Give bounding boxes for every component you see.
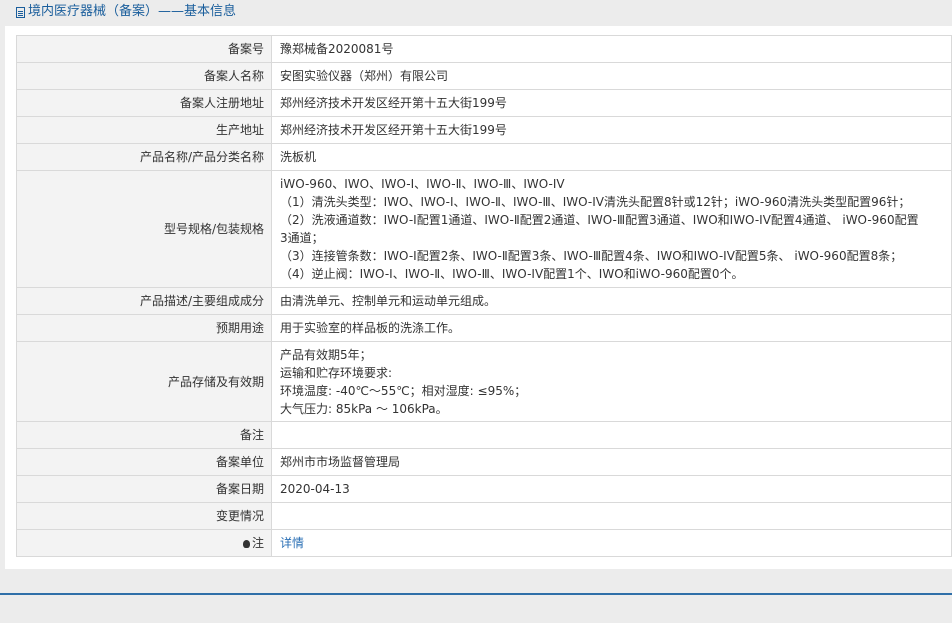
row-value: iWO-960、IWO、IWO-Ⅰ、IWO-Ⅱ、IWO-Ⅲ、IWO-IV （1）… bbox=[271, 170, 952, 288]
row-value-line: 洗板机 bbox=[280, 150, 317, 164]
row-value-line: （4）逆止阀：IWO-Ⅰ、IWO-Ⅱ、IWO-Ⅲ、IWO-IV配置1个、IWO和… bbox=[280, 267, 744, 281]
row-value: 安图实验仪器（郑州）有限公司 bbox=[271, 62, 952, 90]
row-value-line: 大气压力: 85kPa ～ 106kPa。 bbox=[280, 401, 448, 416]
row-value-line: 郑州经济技术开发区经开第十五大街199号 bbox=[280, 96, 507, 110]
row-label: 备案单位 bbox=[16, 448, 272, 476]
row-value-line: iWO-960、IWO、IWO-Ⅰ、IWO-Ⅱ、IWO-Ⅲ、IWO-IV bbox=[280, 177, 565, 191]
row-value-line: 安图实验仪器（郑州）有限公司 bbox=[280, 69, 449, 83]
table-row: 生产地址 郑州经济技术开发区经开第十五大街199号 bbox=[16, 116, 952, 144]
table-row: 产品名称/产品分类名称 洗板机 bbox=[16, 143, 952, 171]
row-value: 用于实验室的样品板的洗涤工作。 bbox=[271, 314, 952, 342]
table-row: 备案日期 2020-04-13 bbox=[16, 475, 952, 503]
table-row: 产品描述/主要组成成分 由清洗单元、控制单元和运动单元组成。 bbox=[16, 287, 952, 315]
table-row: 备案号 豫郑械备2020081号 bbox=[16, 35, 952, 63]
row-value-line: （3）连接管条数：IWO-Ⅰ配置2条、IWO-Ⅱ配置3条、IWO-Ⅲ配置4条、I… bbox=[280, 249, 903, 263]
table-row: 备案单位 郑州市市场监督管理局 bbox=[16, 448, 952, 476]
table-row: 预期用途 用于实验室的样品板的洗涤工作。 bbox=[16, 314, 952, 342]
row-value-line: 郑州市市场监督管理局 bbox=[280, 455, 401, 469]
table-row: 备案人名称 安图实验仪器（郑州）有限公司 bbox=[16, 62, 952, 90]
row-value-line: （2）洗液通道数：IWO-Ⅰ配置1通道、IWO-Ⅱ配置2通道、IWO-Ⅲ配置3通… bbox=[280, 213, 919, 227]
table-row: 备案人注册地址 郑州经济技术开发区经开第十五大街199号 bbox=[16, 89, 952, 117]
row-value: 豫郑械备2020081号 bbox=[271, 35, 952, 63]
row-value-line: 郑州经济技术开发区经开第十五大街199号 bbox=[280, 123, 507, 137]
row-value-line: 2020-04-13 bbox=[280, 482, 350, 496]
row-value bbox=[271, 502, 952, 530]
row-label: 产品存储及有效期 bbox=[16, 341, 272, 422]
row-value-line: 运输和贮存环境要求: bbox=[280, 365, 393, 380]
page-title: 境内医疗器械（备案）——基本信息 bbox=[16, 4, 236, 20]
document-icon bbox=[16, 6, 25, 18]
footer-bar bbox=[0, 593, 952, 623]
note-label-cell: 注 bbox=[16, 529, 272, 557]
row-value: 2020-04-13 bbox=[271, 475, 952, 503]
row-value-line: 环境温度: -40℃～55℃；相对湿度: ≤95%； bbox=[280, 383, 527, 398]
row-label: 生产地址 bbox=[16, 116, 272, 144]
row-label: 产品描述/主要组成成分 bbox=[16, 287, 272, 315]
info-panel: 备案号 豫郑械备2020081号 备案人名称 安图实验仪器（郑州）有限公司 备案… bbox=[5, 26, 952, 569]
row-value-line: 3通道； bbox=[280, 231, 324, 245]
row-value-line: 由清洗单元、控制单元和运动单元组成。 bbox=[280, 294, 497, 308]
row-value: 郑州经济技术开发区经开第十五大街199号 bbox=[271, 116, 952, 144]
row-label: 备案人注册地址 bbox=[16, 89, 272, 117]
row-value-line: 用于实验室的样品板的洗涤工作。 bbox=[280, 321, 461, 335]
table-row: 变更情况 bbox=[16, 502, 952, 530]
table-row: 型号规格/包装规格 iWO-960、IWO、IWO-Ⅰ、IWO-Ⅱ、IWO-Ⅲ、… bbox=[16, 170, 952, 288]
row-value-line: 豫郑械备2020081号 bbox=[280, 42, 394, 56]
row-label: 预期用途 bbox=[16, 314, 272, 342]
row-label: 备案号 bbox=[16, 35, 272, 63]
row-value: 产品有效期5年； 运输和贮存环境要求: 环境温度: -40℃～55℃；相对湿度:… bbox=[271, 341, 952, 422]
row-label: 型号规格/包装规格 bbox=[16, 170, 272, 288]
bulb-icon bbox=[242, 540, 250, 548]
row-label: 产品名称/产品分类名称 bbox=[16, 143, 272, 171]
row-value: 郑州经济技术开发区经开第十五大街199号 bbox=[271, 89, 952, 117]
info-table: 备案号 豫郑械备2020081号 备案人名称 安图实验仪器（郑州）有限公司 备案… bbox=[16, 35, 952, 557]
page-title-text: 境内医疗器械（备案）——基本信息 bbox=[28, 4, 237, 19]
header-bar: 境内医疗器械（备案）——基本信息 bbox=[0, 0, 952, 25]
row-value: 由清洗单元、控制单元和运动单元组成。 bbox=[271, 287, 952, 315]
row-value: 洗板机 bbox=[271, 143, 952, 171]
row-label: 备注 bbox=[16, 421, 272, 449]
info-table-body: 备案号 豫郑械备2020081号 备案人名称 安图实验仪器（郑州）有限公司 备案… bbox=[16, 35, 952, 557]
row-value-line: （1）清洗头类型：IWO、IWO-Ⅰ、IWO-Ⅱ、IWO-Ⅲ、IWO-IV清洗头… bbox=[280, 195, 911, 209]
row-value-line: 产品有效期5年； bbox=[280, 347, 372, 362]
note-value-cell: 详情 bbox=[271, 529, 952, 557]
row-label: 备案人名称 bbox=[16, 62, 272, 90]
table-row: 产品存储及有效期 产品有效期5年； 运输和贮存环境要求: 环境温度: -40℃～… bbox=[16, 341, 952, 422]
row-value bbox=[271, 421, 952, 449]
row-value: 郑州市市场监督管理局 bbox=[271, 448, 952, 476]
table-row: 注 详情 bbox=[16, 529, 952, 557]
row-label: 变更情况 bbox=[16, 502, 272, 530]
details-link[interactable]: 详情 bbox=[280, 536, 304, 550]
row-label: 备案日期 bbox=[16, 475, 272, 503]
note-label: 注 bbox=[251, 536, 264, 550]
table-row: 备注 bbox=[16, 421, 952, 449]
